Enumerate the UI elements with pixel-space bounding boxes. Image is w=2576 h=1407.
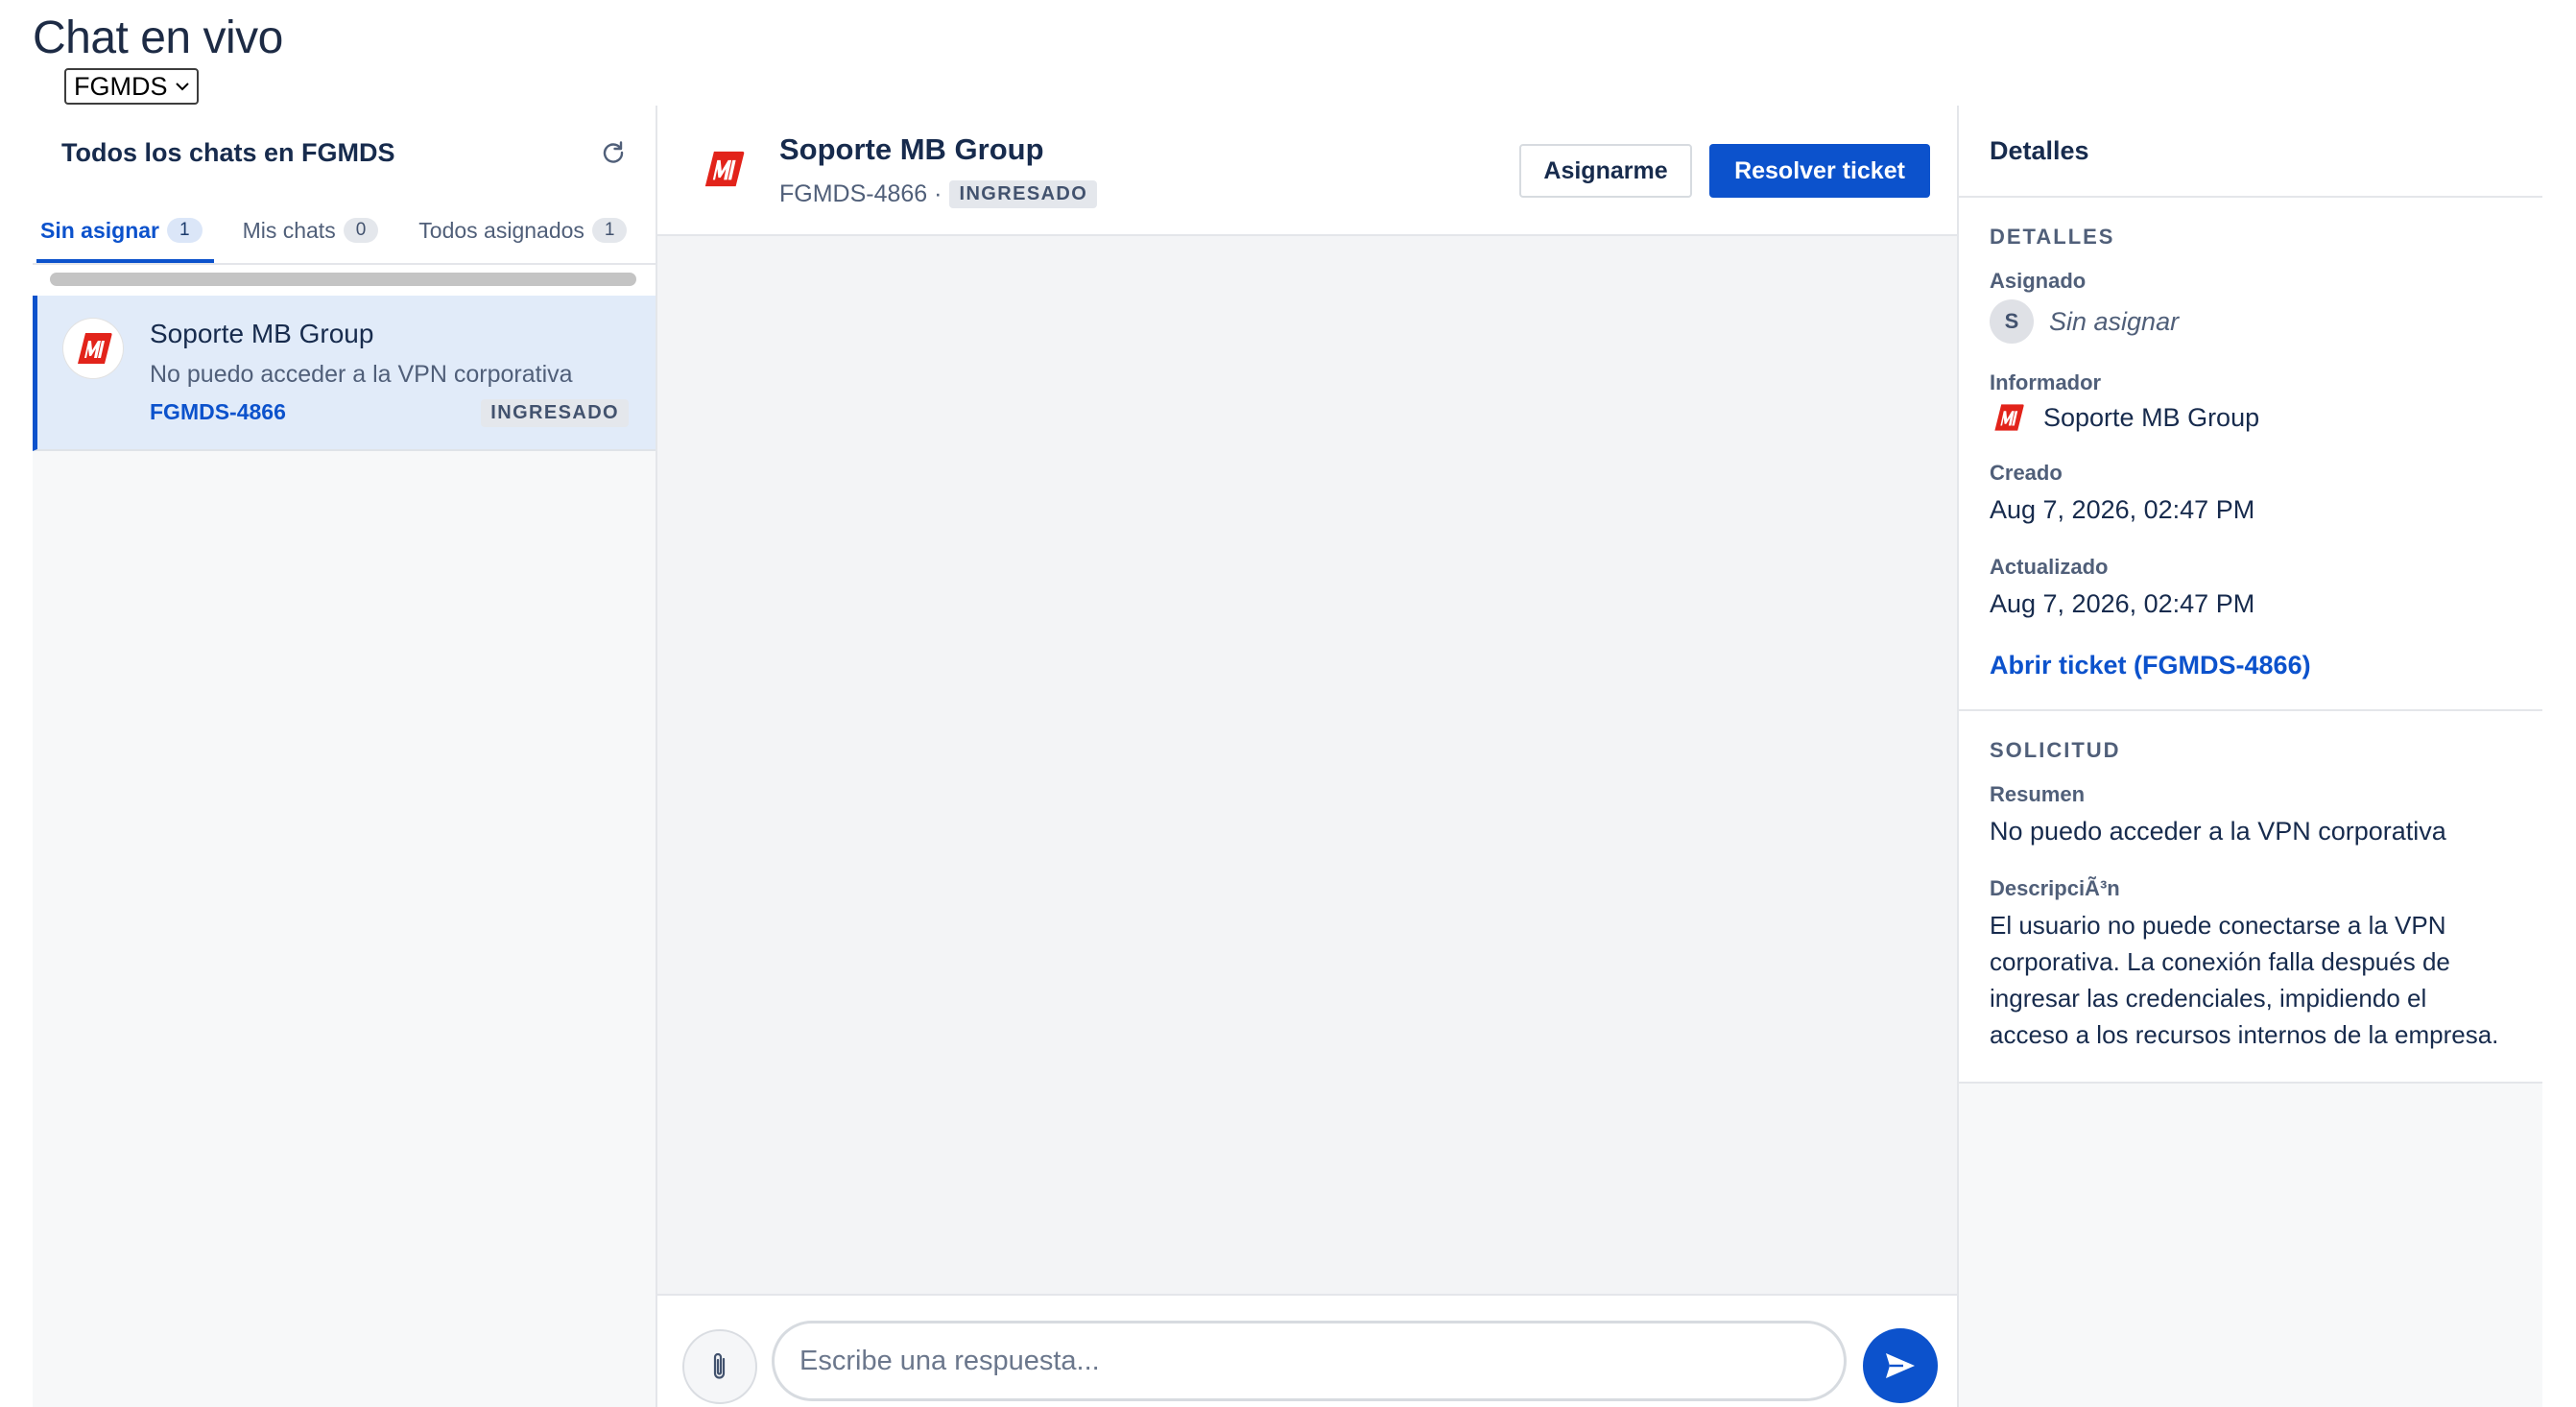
tab-label: Todos asignados bbox=[418, 217, 584, 243]
details-header: Detalles bbox=[1959, 106, 2542, 198]
description-value: El usuario no puede conectarse a la VPN … bbox=[1990, 911, 2499, 1049]
mb-logo-icon bbox=[1990, 401, 2026, 434]
scrollbar-thumb[interactable] bbox=[50, 273, 636, 286]
project-select-value: FGMDS bbox=[74, 71, 168, 101]
description-label: DescripciÃ³n bbox=[1990, 876, 2120, 900]
chat-item-summary: No puedo acceder a la VPN corporativa bbox=[150, 361, 573, 388]
reporter: Soporte MB Group bbox=[1990, 401, 2512, 434]
summary-value: No puedo acceder a la VPN corporativa bbox=[1990, 817, 2446, 846]
reply-composer bbox=[657, 1294, 1957, 1407]
conversation-name: Soporte MB Group bbox=[779, 132, 1044, 166]
status-badge: INGRESADO bbox=[949, 180, 1098, 208]
reply-input[interactable] bbox=[772, 1321, 1847, 1401]
chat-list-header: Todos los chats en FGMDS bbox=[33, 106, 656, 200]
avatar bbox=[63, 319, 123, 378]
assignee: S Sin asignar bbox=[1990, 299, 2512, 344]
chevron-down-icon bbox=[175, 83, 189, 91]
chat-list-panel: Todos los chats en FGMDS Sin asignar 1 M… bbox=[33, 106, 657, 1407]
assignee-label: Asignado bbox=[1990, 269, 2087, 293]
conversation-header: Soporte MB Group FGMDS-4866 · INGRESADO … bbox=[657, 106, 1957, 236]
chat-item-key[interactable]: FGMDS-4866 bbox=[150, 399, 286, 425]
chat-list-item[interactable]: Soporte MB Group No puedo acceder a la V… bbox=[33, 296, 656, 451]
refresh-icon[interactable] bbox=[600, 139, 627, 166]
project-select[interactable]: FGMDS bbox=[64, 68, 199, 105]
tab-count-badge: 1 bbox=[166, 218, 203, 243]
avatar bbox=[698, 144, 748, 194]
request-section: SOLICITUD Resumen No puedo acceder a la … bbox=[1959, 711, 2542, 1084]
assign-me-button[interactable]: Asignarme bbox=[1519, 144, 1692, 198]
mb-logo-icon bbox=[72, 329, 114, 368]
mb-logo-icon bbox=[699, 147, 747, 191]
summary-label: Resumen bbox=[1990, 782, 2086, 806]
section-title: DETALLES bbox=[1990, 225, 2115, 249]
updated-label: Actualizado bbox=[1990, 555, 2109, 579]
attach-button[interactable] bbox=[682, 1329, 757, 1404]
tab-todos-asignados[interactable]: Todos asignados 1 bbox=[415, 200, 638, 263]
details-section: DETALLES Asignado S Sin asignar Informad… bbox=[1959, 198, 2542, 711]
tab-label: Mis chats bbox=[242, 217, 336, 243]
section-title: SOLICITUD bbox=[1990, 738, 2121, 762]
reporter-value: Soporte MB Group bbox=[2043, 402, 2260, 432]
chat-item-name: Soporte MB Group bbox=[150, 319, 374, 348]
resolve-ticket-button[interactable]: Resolver ticket bbox=[1709, 144, 1930, 198]
avatar: S bbox=[1990, 299, 2034, 344]
tabs-scrollbar[interactable] bbox=[33, 265, 656, 296]
status-badge: INGRESADO bbox=[481, 399, 629, 427]
reporter-label: Informador bbox=[1990, 370, 2102, 394]
conversation-meta: FGMDS-4866 · INGRESADO bbox=[779, 180, 1098, 208]
paperclip-icon bbox=[713, 1352, 726, 1379]
tab-count-badge: 0 bbox=[343, 218, 379, 243]
send-button[interactable] bbox=[1863, 1328, 1938, 1403]
conversation-panel: Soporte MB Group FGMDS-4866 · INGRESADO … bbox=[657, 106, 1959, 1407]
tab-mis-chats[interactable]: Mis chats 0 bbox=[239, 200, 391, 263]
page-title: Chat en vivo bbox=[33, 12, 283, 63]
created-value: Aug 7, 2026, 02:47 PM bbox=[1990, 495, 2255, 524]
chat-tabs: Sin asignar 1 Mis chats 0 Todos asignado… bbox=[33, 200, 656, 265]
send-icon bbox=[1886, 1353, 1915, 1378]
details-panel: Detalles DETALLES Asignado S Sin asignar… bbox=[1959, 106, 2542, 1407]
tab-sin-asignar[interactable]: Sin asignar 1 bbox=[36, 200, 214, 263]
open-ticket-link[interactable]: Abrir ticket (FGMDS-4866) bbox=[1990, 651, 2311, 680]
assignee-value: Sin asignar bbox=[2049, 306, 2180, 336]
chat-list-title: Todos los chats en FGMDS bbox=[61, 137, 395, 167]
updated-value: Aug 7, 2026, 02:47 PM bbox=[1990, 589, 2255, 618]
tab-count-badge: 1 bbox=[591, 218, 628, 243]
created-label: Creado bbox=[1990, 461, 2063, 485]
conversation-key: FGMDS-4866 · bbox=[779, 180, 942, 207]
tab-label: Sin asignar bbox=[40, 217, 159, 243]
